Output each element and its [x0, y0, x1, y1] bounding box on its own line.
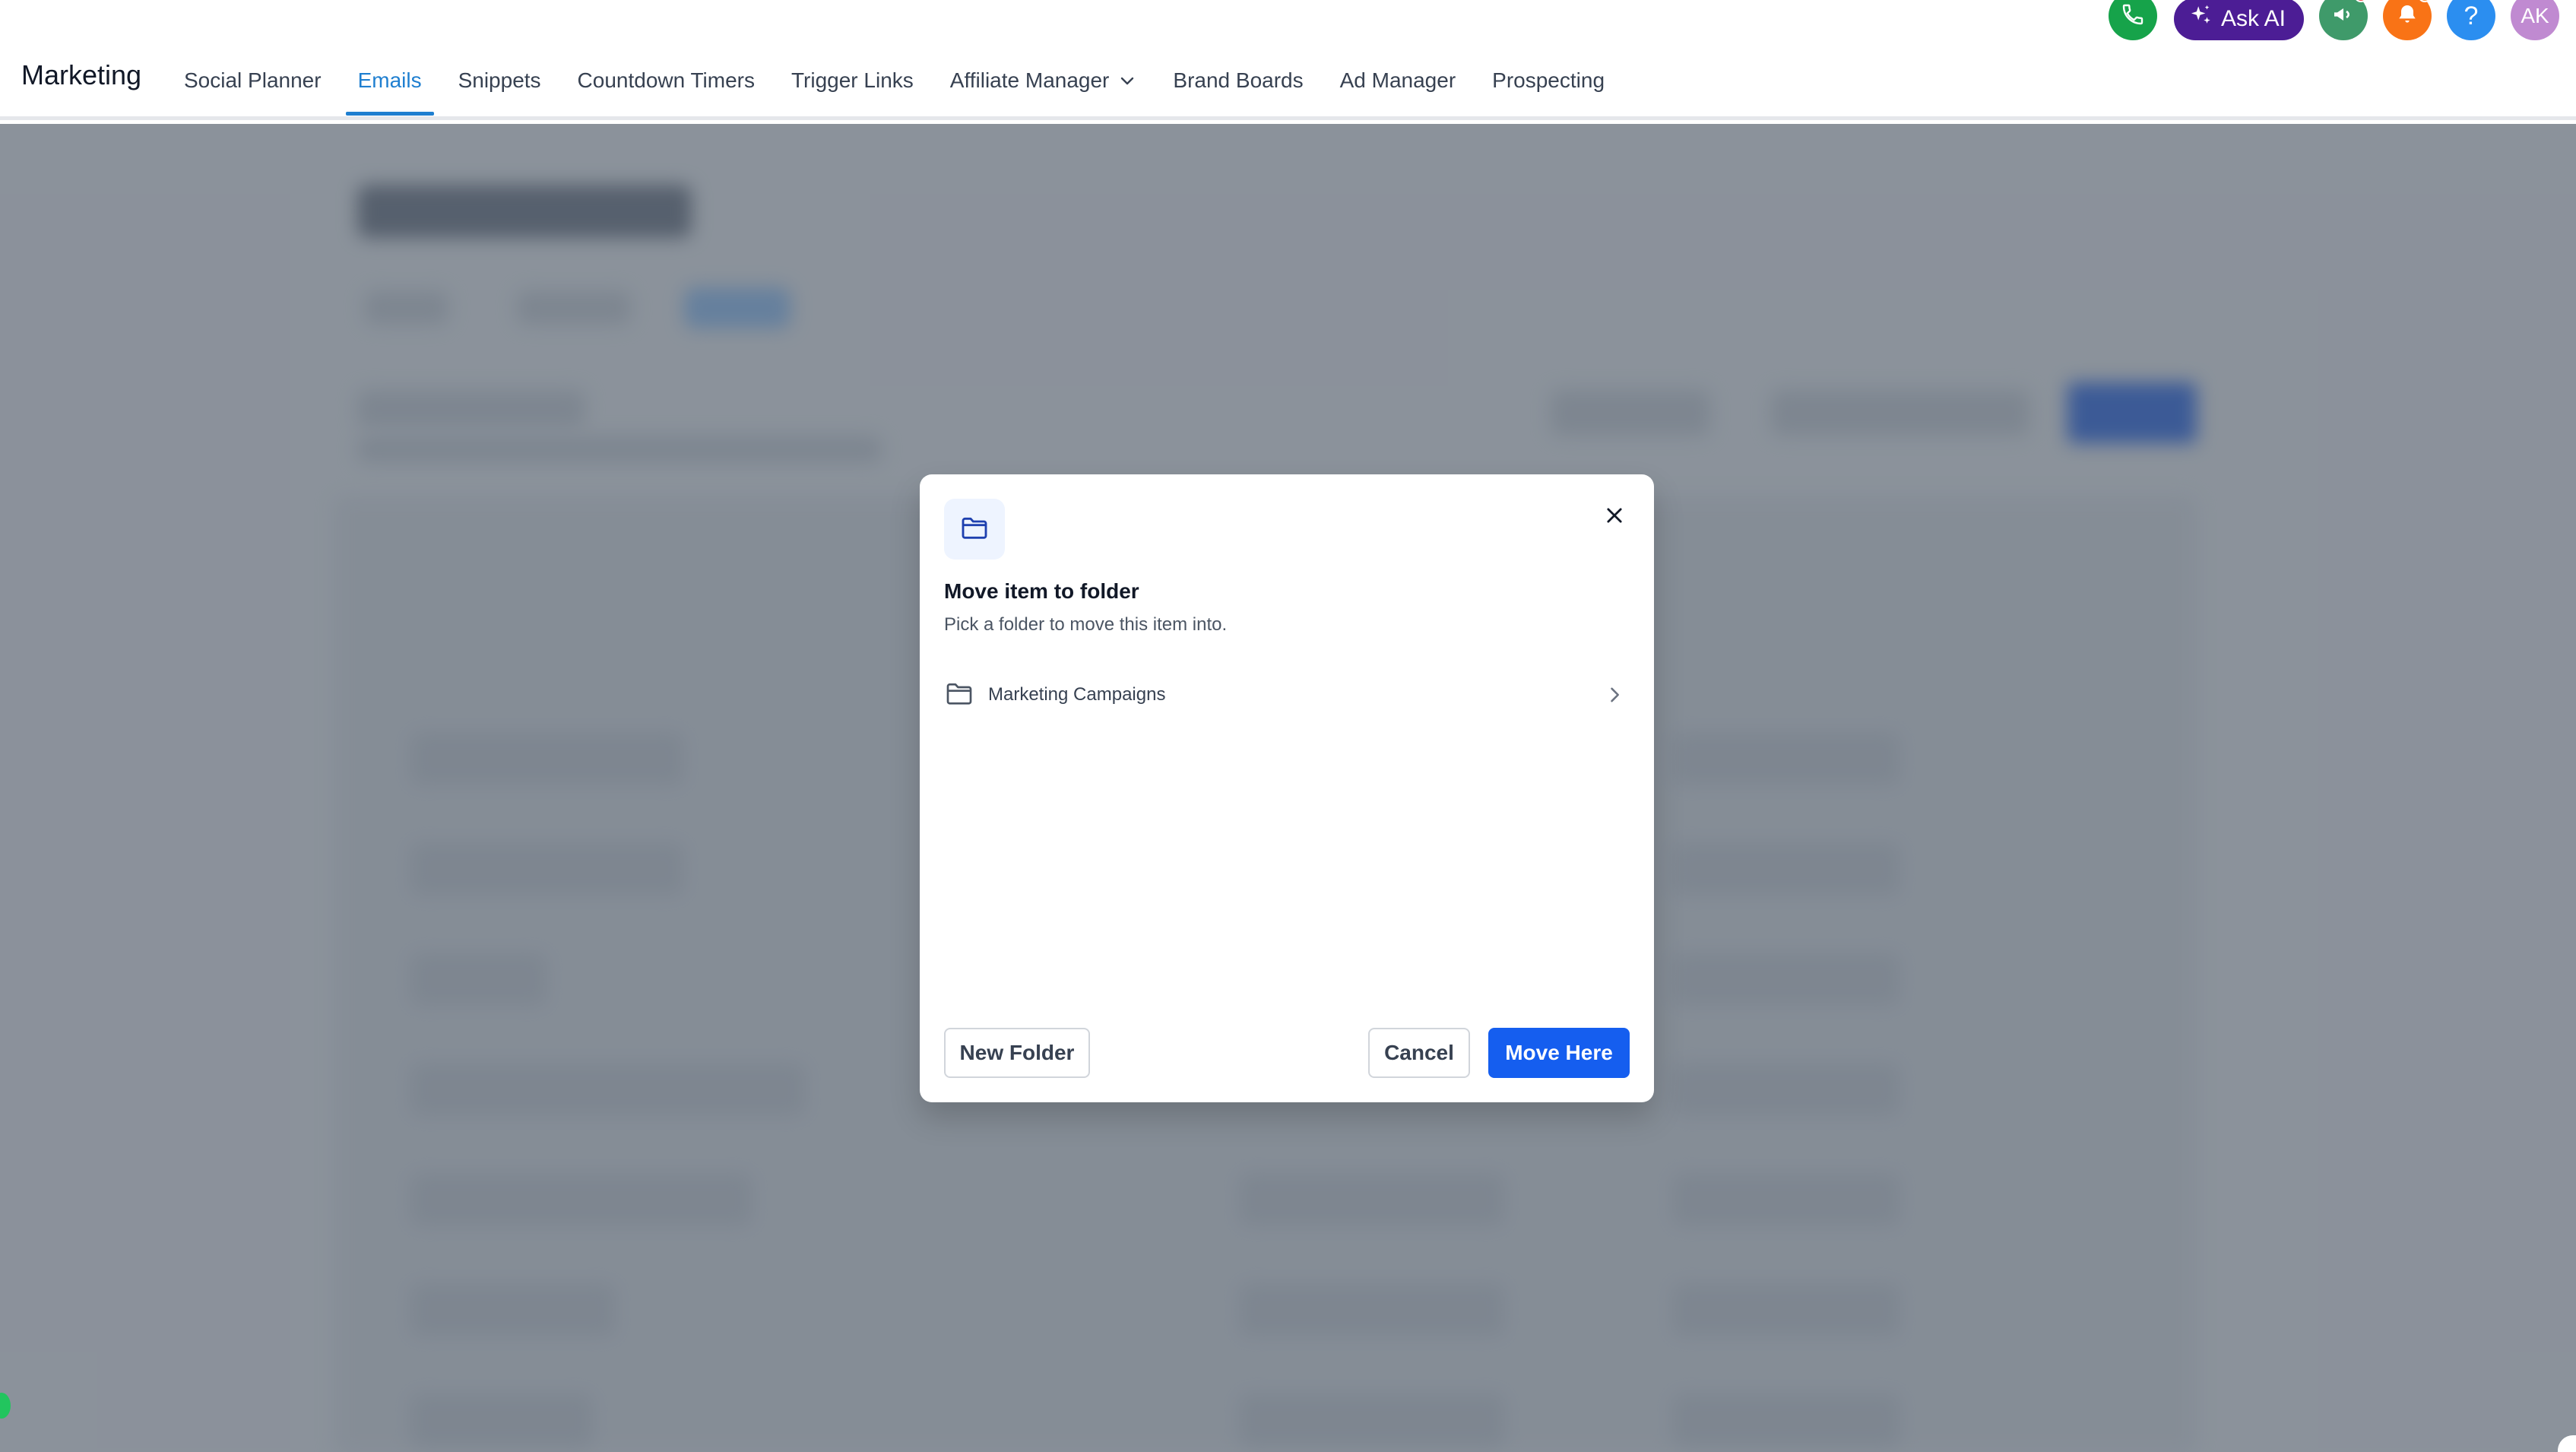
- nav-item-ad-manager[interactable]: Ad Manager: [1328, 46, 1469, 116]
- phone-icon: [2121, 2, 2145, 30]
- notification-dot: [2354, 0, 2368, 2]
- folder-item-marketing-campaigns[interactable]: Marketing Campaigns: [944, 674, 1630, 716]
- help-button[interactable]: ?: [2447, 0, 2495, 40]
- notifications-button[interactable]: [2383, 0, 2432, 40]
- ask-ai-label: Ask AI: [2220, 6, 2286, 31]
- close-icon: [1604, 505, 1625, 530]
- phone-button[interactable]: [2108, 0, 2157, 40]
- move-to-folder-modal: Move item to folder Pick a folder to mov…: [920, 474, 1654, 1102]
- nav-item-snippets[interactable]: Snippets: [446, 46, 553, 116]
- megaphone-icon: [2331, 2, 2356, 30]
- folder-icon-container: [944, 499, 1005, 560]
- app-title: Marketing: [21, 59, 142, 90]
- chevron-down-icon: [1118, 71, 1136, 90]
- sparkle-icon: [2188, 3, 2221, 35]
- notification-dot: [2418, 0, 2432, 2]
- header-actions: Ask AI ? AK: [2093, 0, 2576, 43]
- nav-item-affiliate-manager-label: Affiliate Manager: [949, 68, 1110, 92]
- nav-item-emails[interactable]: Emails: [345, 46, 434, 116]
- nav-item-trigger-links[interactable]: Trigger Links: [779, 46, 926, 116]
- nav-item-social-planner[interactable]: Social Planner: [172, 46, 334, 116]
- ask-ai-button[interactable]: Ask AI: [2173, 0, 2304, 40]
- chevron-right-icon[interactable]: [1604, 684, 1625, 705]
- bell-icon: [2395, 2, 2419, 30]
- new-folder-button[interactable]: New Folder: [944, 1028, 1090, 1078]
- main-nav: Social Planner Emails Snippets Countdown…: [172, 46, 1629, 116]
- modal-subtitle: Pick a folder to move this item into.: [944, 614, 1228, 635]
- folder-icon: [959, 512, 990, 547]
- nav-item-affiliate-manager[interactable]: Affiliate Manager: [938, 46, 1149, 116]
- modal-footer: New Folder Cancel Move Here: [944, 1028, 1630, 1078]
- cancel-button[interactable]: Cancel: [1368, 1028, 1470, 1078]
- avatar[interactable]: AK: [2511, 0, 2559, 40]
- nav-item-brand-boards[interactable]: Brand Boards: [1161, 46, 1315, 116]
- nav-item-countdown-timers[interactable]: Countdown Timers: [566, 46, 767, 116]
- folder-icon: [944, 678, 974, 712]
- nav-item-prospecting[interactable]: Prospecting: [1480, 46, 1617, 116]
- help-icon: ?: [2464, 1, 2479, 30]
- close-button[interactable]: [1599, 502, 1630, 532]
- announcements-button[interactable]: [2319, 0, 2368, 40]
- top-header: Marketing Social Planner Emails Snippets…: [0, 0, 2576, 120]
- move-here-button[interactable]: Move Here: [1488, 1028, 1630, 1078]
- folder-label: Marketing Campaigns: [988, 684, 1166, 705]
- modal-title: Move item to folder: [944, 579, 1139, 603]
